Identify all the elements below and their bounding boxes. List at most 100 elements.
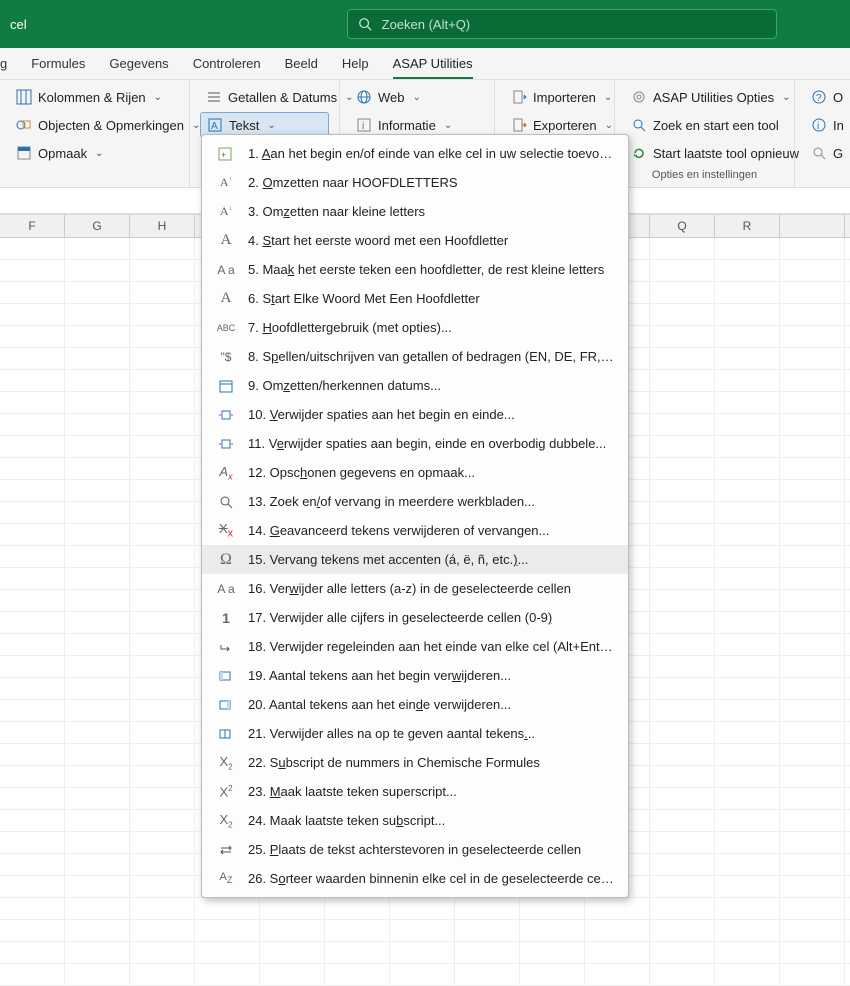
grid-cell[interactable] [65,502,130,523]
grid-cell[interactable] [0,370,65,391]
help3-button[interactable]: G [805,140,830,166]
grid-cell[interactable] [715,282,780,303]
grid-cell[interactable] [130,700,195,721]
menu-item-19[interactable]: 19. Aantal tekens aan het begin verwijde… [202,661,628,690]
menu-item-23[interactable]: X223. Maak laatste teken superscript... [202,777,628,806]
grid-cell[interactable] [130,634,195,655]
grid-cell[interactable] [455,898,520,919]
grid-cell[interactable] [780,480,845,501]
grid-cell[interactable] [455,964,520,985]
menu-item-1[interactable]: +1. Aan het begin en/of einde van elke c… [202,139,628,168]
grid-cell[interactable] [0,722,65,743]
grid-cell[interactable] [455,942,520,963]
grid-cell[interactable] [0,480,65,501]
menu-item-25[interactable]: 25. Plaats de tekst achterstevoren in ge… [202,835,628,864]
grid-cell[interactable] [780,634,845,655]
grid-cell[interactable] [130,832,195,853]
grid-cell[interactable] [65,920,130,941]
grid-cell[interactable] [0,876,65,897]
grid-cell[interactable] [650,766,715,787]
grid-cell[interactable] [0,546,65,567]
grid-cell[interactable] [780,722,845,743]
menu-item-22[interactable]: X222. Subscript de nummers in Chemische … [202,748,628,777]
grid-cell[interactable] [260,898,325,919]
column-header[interactable] [780,215,845,237]
grid-cell[interactable] [715,480,780,501]
grid-cell[interactable] [650,370,715,391]
search-box[interactable]: Zoeken (Alt+Q) [347,9,777,39]
grid-cell[interactable] [650,458,715,479]
grid-cell[interactable] [65,260,130,281]
grid-cell[interactable] [520,920,585,941]
grid-cell[interactable] [650,304,715,325]
grid-cell[interactable] [130,722,195,743]
grid-cell[interactable] [0,568,65,589]
menu-item-17[interactable]: 117. Verwijder alle cijfers in geselecte… [202,603,628,632]
grid-cell[interactable] [715,458,780,479]
tab-help[interactable]: Help [342,56,369,71]
grid-cell[interactable] [130,370,195,391]
grid-cell[interactable] [65,722,130,743]
grid-cell[interactable] [130,546,195,567]
grid-cell[interactable] [650,656,715,677]
grid-cell[interactable] [650,524,715,545]
grid-cell[interactable] [65,678,130,699]
tab-controleren[interactable]: Controleren [193,56,261,71]
grid-cell[interactable] [780,392,845,413]
grid-cell[interactable] [260,942,325,963]
grid-cell[interactable] [780,744,845,765]
grid-cell[interactable] [715,898,780,919]
grid-cell[interactable] [780,458,845,479]
grid-cell[interactable] [650,502,715,523]
grid-cell[interactable] [780,260,845,281]
web-button[interactable]: Web⌄ [350,84,484,110]
menu-item-4[interactable]: A4. Start het eerste woord met een Hoofd… [202,226,628,255]
grid-cell[interactable] [780,678,845,699]
grid-cell[interactable] [780,348,845,369]
tab-0[interactable]: g [0,56,7,71]
grid-cell[interactable] [130,590,195,611]
grid-cell[interactable] [130,744,195,765]
grid-cell[interactable] [65,590,130,611]
grid-cell[interactable] [130,304,195,325]
grid-cell[interactable] [0,832,65,853]
grid-cell[interactable] [650,612,715,633]
grid-cell[interactable] [650,810,715,831]
grid-cell[interactable] [390,898,455,919]
grid-cell[interactable] [130,920,195,941]
grid-cell[interactable] [0,898,65,919]
grid-cell[interactable] [650,854,715,875]
grid-cell[interactable] [0,788,65,809]
grid-cell[interactable] [0,414,65,435]
grid-cell[interactable] [780,898,845,919]
grid-cell[interactable] [780,282,845,303]
grid-cell[interactable] [0,634,65,655]
grid-cell[interactable] [130,502,195,523]
grid-cell[interactable] [325,942,390,963]
tab-formules[interactable]: Formules [31,56,85,71]
menu-item-11[interactable]: 11. Verwijder spaties aan begin, einde e… [202,429,628,458]
grid-cell[interactable] [715,744,780,765]
grid-cell[interactable] [520,942,585,963]
grid-cell[interactable] [780,568,845,589]
grid-cell[interactable] [780,502,845,523]
menu-item-18[interactable]: 18. Verwijder regeleinden aan het einde … [202,632,628,661]
grid-cell[interactable] [0,590,65,611]
grid-cell[interactable] [130,568,195,589]
grid-cell[interactable] [715,876,780,897]
grid-cell[interactable] [650,700,715,721]
grid-cell[interactable] [0,436,65,457]
grid-cell[interactable] [0,942,65,963]
grid-cell[interactable] [0,260,65,281]
grid-cell[interactable] [0,744,65,765]
menu-item-13[interactable]: 13. Zoek en/of vervang in meerdere werkb… [202,487,628,516]
grid-cell[interactable] [715,920,780,941]
grid-cell[interactable] [390,964,455,985]
grid-cell[interactable] [650,568,715,589]
grid-cell[interactable] [715,788,780,809]
grid-cell[interactable] [520,898,585,919]
column-header[interactable]: G [65,215,130,237]
grid-cell[interactable] [780,524,845,545]
grid-cell[interactable] [0,854,65,875]
grid-cell[interactable] [715,260,780,281]
